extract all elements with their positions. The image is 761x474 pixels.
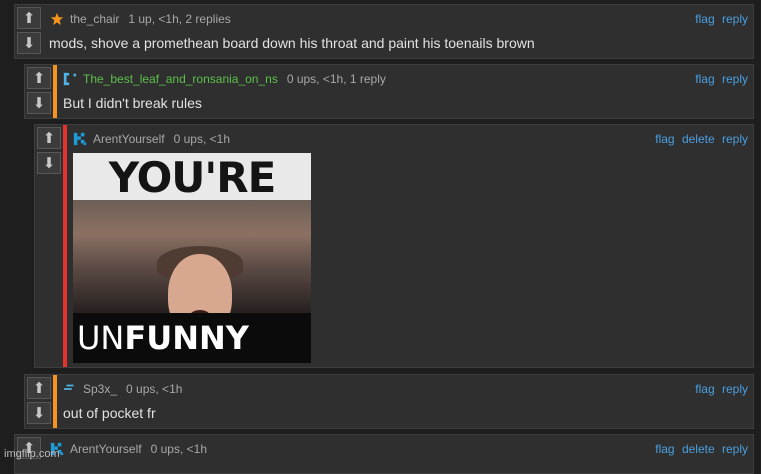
reply-link[interactable]: reply	[722, 442, 748, 456]
thread-depth-bar	[53, 375, 57, 428]
reply-link[interactable]: reply	[722, 72, 748, 86]
downvote-button[interactable]: ⬇	[27, 402, 51, 424]
comment-header: Sp3x_ 0 ups, <1h	[62, 382, 182, 396]
upvote-button[interactable]: ⬆	[17, 7, 41, 29]
username-link[interactable]: Sp3x_	[83, 382, 117, 396]
meme-top-text: YOU'RE	[108, 153, 277, 202]
comment-meta: 0 ups, <1h	[126, 382, 183, 396]
comment-card: ⬆ ⬇ ArentYourself 0 ups, <1h flag delete…	[34, 124, 754, 368]
comment-actions: flag reply	[691, 12, 748, 26]
thread-depth-bar	[63, 125, 67, 367]
comment-header: The_best_leaf_and_ronsania_on_ns 0 ups, …	[62, 72, 386, 86]
arrow-up-icon: ⬆	[42, 128, 56, 147]
comment-meta: 0 ups, <1h	[150, 442, 207, 456]
arrow-down-icon: ⬇	[32, 403, 46, 422]
flag-link[interactable]: flag	[655, 132, 674, 146]
comment-meta: 0 ups, <1h, 1 reply	[286, 72, 386, 86]
comment-card: ⬆ ⬇ The_best_leaf_and_ronsania_on_ns 0 u…	[24, 64, 754, 119]
reply-link[interactable]: reply	[722, 132, 748, 146]
arrow-down-icon: ⬇	[42, 153, 56, 172]
downvote-button[interactable]: ⬇	[37, 152, 61, 174]
comment-header: ArentYourself 0 ups, <1h	[72, 132, 230, 146]
dash-icon	[63, 384, 74, 390]
meme-bottom-band: UNFUNNY	[73, 313, 311, 363]
reply-link[interactable]: reply	[722, 12, 748, 26]
pixel-k-icon	[73, 132, 87, 146]
flag-link[interactable]: flag	[695, 382, 714, 396]
downvote-button[interactable]: ⬇	[17, 32, 41, 54]
username-link[interactable]: The_best_leaf_and_ronsania_on_ns	[83, 72, 278, 86]
thread-depth-bar	[53, 65, 57, 118]
comment-card: ⬆ ArentYourself 0 ups, <1h flag delete r…	[14, 434, 754, 474]
bracket-icon	[63, 72, 77, 86]
meme-image[interactable]: YOU'RE UNFUNNY	[73, 153, 311, 363]
star-icon	[50, 12, 64, 26]
comment-text: mods, shove a promethean board down his …	[49, 35, 535, 51]
comment-actions: flag delete reply	[651, 132, 748, 146]
upvote-button[interactable]: ⬆	[27, 67, 51, 89]
reply-link[interactable]: reply	[722, 382, 748, 396]
comment-meta: 1 up, <1h, 2 replies	[128, 12, 231, 26]
username-link[interactable]: ArentYourself	[70, 442, 142, 456]
flag-link[interactable]: flag	[655, 442, 674, 456]
comment-actions: flag delete reply	[651, 442, 748, 456]
comment-actions: flag reply	[691, 382, 748, 396]
username-link[interactable]: the_chair	[70, 12, 119, 26]
comment-meta: 0 ups, <1h	[173, 132, 230, 146]
arrow-up-icon: ⬆	[22, 8, 36, 27]
delete-link[interactable]: delete	[682, 442, 715, 456]
upvote-button[interactable]: ⬆	[37, 127, 61, 149]
comment-actions: flag reply	[691, 72, 748, 86]
comment-text: out of pocket fr	[63, 405, 156, 421]
arrow-up-icon: ⬆	[32, 378, 46, 397]
comment-card: ⬆ ⬇ the_chair 1 up, <1h, 2 replies flag …	[14, 4, 754, 59]
flag-link[interactable]: flag	[695, 72, 714, 86]
flag-link[interactable]: flag	[695, 12, 714, 26]
arrow-up-icon: ⬆	[32, 68, 46, 87]
meme-photo	[73, 200, 311, 363]
downvote-button[interactable]: ⬇	[27, 92, 51, 114]
arrow-down-icon: ⬇	[32, 93, 46, 112]
arrow-down-icon: ⬇	[22, 33, 36, 52]
comment-text: But I didn't break rules	[63, 95, 202, 111]
username-link[interactable]: ArentYourself	[93, 132, 165, 146]
comment-card: ⬆ ⬇ Sp3x_ 0 ups, <1h flag reply out of p…	[24, 374, 754, 429]
meme-bottom-text: UNFUNNY	[77, 319, 249, 357]
imgflip-watermark: imgflip.com	[4, 448, 60, 460]
upvote-button[interactable]: ⬆	[27, 377, 51, 399]
comment-header: ArentYourself 0 ups, <1h	[49, 442, 207, 456]
comment-header: the_chair 1 up, <1h, 2 replies	[49, 12, 231, 26]
delete-link[interactable]: delete	[682, 132, 715, 146]
